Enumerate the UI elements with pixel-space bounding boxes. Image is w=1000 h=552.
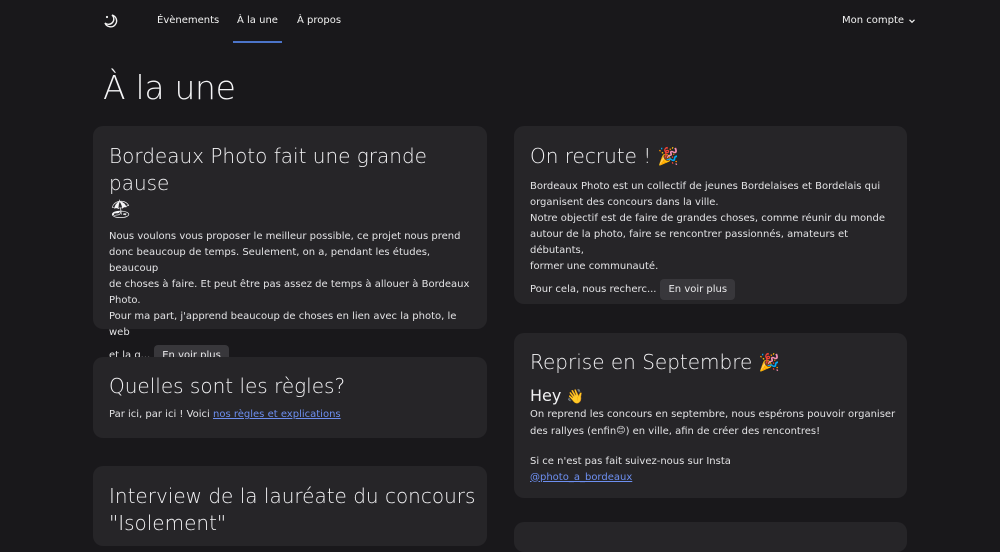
excerpt-line: Notre objectif est de faire de grandes c… [530,213,885,224]
see-more-button[interactable]: En voir plus [660,279,736,300]
article-card-pause[interactable]: Bordeaux Photo fait une grande pause 🏖 N… [93,126,487,366]
nav-link-a-propos[interactable]: À propos [297,15,341,26]
card-title: On recrute ! [530,144,652,168]
article-card-next[interactable] [514,522,907,552]
card-title: Quelles sont les règles? [109,374,346,398]
card-title-emoji: 🏖 [109,195,479,223]
excerpt-line: autour de la photo, faire se rencontrer … [530,229,849,256]
excerpt-line: Photo. [109,295,141,306]
party-popper-icon: 🎉 [657,147,679,167]
excerpt-line: organisent des concours dans la ville. [530,197,719,208]
greeting: Hey 👋 [530,386,900,407]
card-title-row: Reprise en Septembre 🎉 [530,349,900,377]
article-card-interview[interactable]: Interview de la lauréate du concours "Is… [93,466,487,546]
excerpt-line: des rallyes (enfin😊) en ville, afin de c… [530,423,900,440]
beach-umbrella-icon: 🏖 [109,199,132,220]
card-title: Reprise en Septembre [530,350,753,374]
top-navbar: Évènements À la une À propos Mon compte [0,0,1000,44]
greeting-text: Hey [530,386,562,405]
party-popper-icon: 🎉 [758,353,780,373]
excerpt-line: former une communauté. [530,261,659,272]
card-title-row: On recrute ! 🎉 [530,143,900,171]
excerpt-line: donc beaucoup de temps. Seulement, on a,… [109,247,431,274]
excerpt-line: Pour cela, nous recherc... [530,284,657,295]
moon-camera-icon[interactable] [101,12,119,30]
smiling-face-icon: 😊 [616,425,626,436]
rules-link[interactable]: nos règles et explications [213,409,341,420]
page-title: À la une [103,68,236,107]
card-title: Bordeaux Photo fait une grande pause [109,144,427,195]
excerpt-text: des rallyes (enfin [530,425,617,437]
excerpt-line: Si ce n'est pas fait suivez-nous sur Ins… [530,455,731,467]
account-menu[interactable]: Mon compte [842,15,916,26]
chevron-down-icon [908,17,916,25]
article-card-regles[interactable]: Quelles sont les règles? Par ici, par ic… [93,357,487,438]
excerpt-last-line: Pour cela, nous recherc... En voir plus [530,279,900,300]
excerpt-line: Nous voulons vous proposer le meilleur p… [109,231,461,242]
waving-hand-icon: 👋 [566,388,584,405]
excerpt-line: Pour ma part, j'apprend beaucoup de chos… [109,311,457,338]
instagram-link[interactable]: @photo_a_bordeaux [530,472,632,483]
card-excerpt: Nous voulons vous proposer le meilleur p… [109,229,479,366]
card-excerpt: On reprend les concours en septembre, no… [530,407,900,486]
nav-link-a-la-une[interactable]: À la une [233,15,282,43]
account-menu-label: Mon compte [842,15,905,26]
excerpt-line: de choses à faire. Et peut être pas asse… [109,279,470,290]
nav-link-evenements[interactable]: Évènements [157,15,219,26]
excerpt-text: Par ici, par ici ! Voici [109,409,214,420]
excerpt-text: ) en ville, afin de créer des rencontres… [625,425,821,437]
card-excerpt: Bordeaux Photo est un collectif de jeune… [530,179,900,300]
card-excerpt: Par ici, par ici ! Voici nos règles et e… [109,407,479,423]
excerpt-line: On reprend les concours en septembre, no… [530,408,896,420]
card-title-line2: "Isolement" [109,511,227,535]
article-card-reprise[interactable]: Reprise en Septembre 🎉 Hey 👋 On reprend … [514,333,907,498]
excerpt-line: Bordeaux Photo est un collectif de jeune… [530,181,881,192]
article-card-recrute[interactable]: On recrute ! 🎉 Bordeaux Photo est un col… [514,126,907,304]
card-title: Interview de la lauréate du concours [109,484,476,508]
